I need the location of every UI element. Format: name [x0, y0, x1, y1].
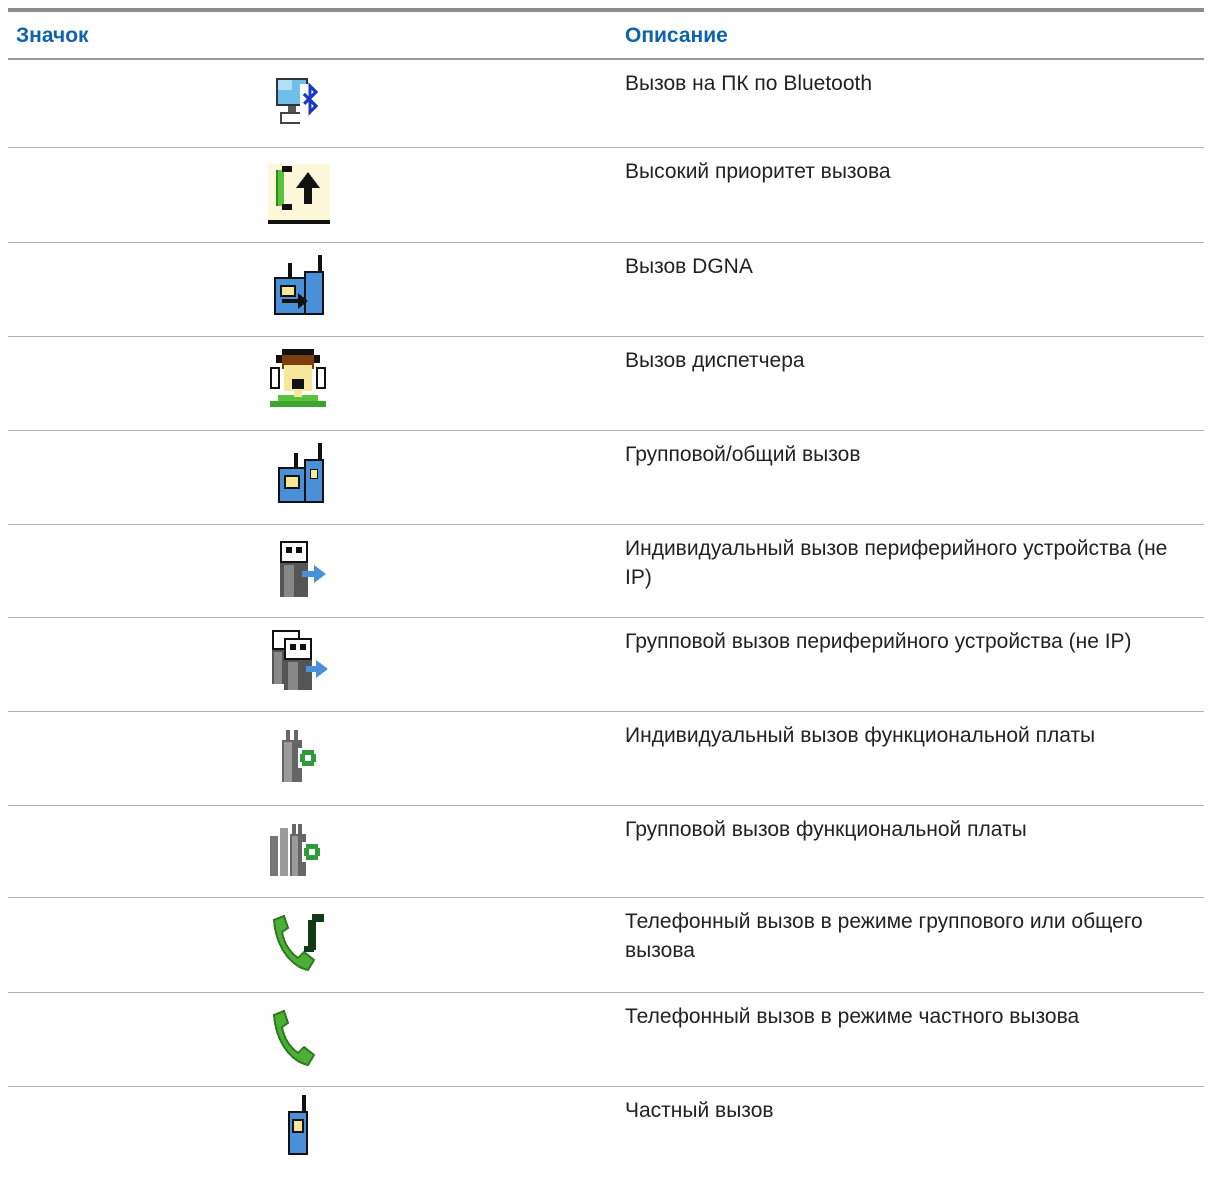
dgna-call-icon — [264, 251, 332, 319]
row-description: Вызов диспетчера — [625, 349, 805, 372]
table-row: Групповой/общий вызов — [8, 431, 1204, 525]
table-row: Индивидуальный вызов периферийного устро… — [8, 525, 1204, 618]
row-description: Групповой/общий вызов — [625, 443, 861, 466]
table-row: Вызов диспетчера — [8, 337, 1204, 431]
row-description: Высокий приоритет вызова — [625, 160, 891, 183]
table-row: Телефонный вызов в режиме группового или… — [8, 898, 1204, 993]
row-description: Вызов DGNA — [625, 255, 753, 278]
header-icon-column: Значок — [16, 24, 89, 47]
peripheral-group-call-icon — [264, 626, 332, 694]
option-board-group-call-icon — [264, 814, 332, 882]
table-row: Частный вызов — [8, 1087, 1204, 1177]
group-call-icon — [264, 439, 332, 507]
dispatcher-call-icon — [264, 343, 332, 411]
phone-call-group-mode-icon — [264, 906, 332, 974]
pc-bluetooth-call-icon — [264, 68, 332, 136]
peripheral-private-call-icon — [264, 535, 332, 603]
row-description: Групповой вызов функциональной платы — [625, 818, 1027, 841]
row-description: Телефонный вызов в режиме группового или… — [625, 910, 1143, 962]
header-description-column: Описание — [625, 24, 728, 47]
table-row: Телефонный вызов в режиме частного вызов… — [8, 993, 1204, 1087]
option-board-private-call-icon — [264, 720, 332, 788]
row-description: Частный вызов — [625, 1099, 774, 1122]
row-description: Вызов на ПК по Bluetooth — [625, 72, 873, 95]
row-description: Групповой вызов периферийного устройства… — [625, 630, 1132, 653]
private-call-icon — [264, 1091, 332, 1159]
row-description: Индивидуальный вызов функциональной плат… — [625, 724, 1096, 747]
table-row: Вызов DGNA — [8, 243, 1204, 337]
table-row: Групповой вызов функциональной платы — [8, 806, 1204, 898]
row-description: Индивидуальный вызов периферийного устро… — [625, 537, 1168, 589]
table-row: Высокий приоритет вызова — [8, 148, 1204, 243]
table-row: Индивидуальный вызов функциональной плат… — [8, 712, 1204, 806]
table-header-row: Значок Описание — [8, 12, 1204, 60]
row-description: Телефонный вызов в режиме частного вызов… — [625, 1005, 1080, 1028]
table-row: Вызов на ПК по Bluetooth — [8, 60, 1204, 148]
table-row: Групповой вызов периферийного устройства… — [8, 618, 1204, 712]
high-priority-call-icon — [264, 158, 332, 226]
phone-call-private-mode-icon — [264, 1001, 332, 1069]
icon-table: Значок Описание Вызов на ПК по Bluetooth — [8, 8, 1204, 1177]
